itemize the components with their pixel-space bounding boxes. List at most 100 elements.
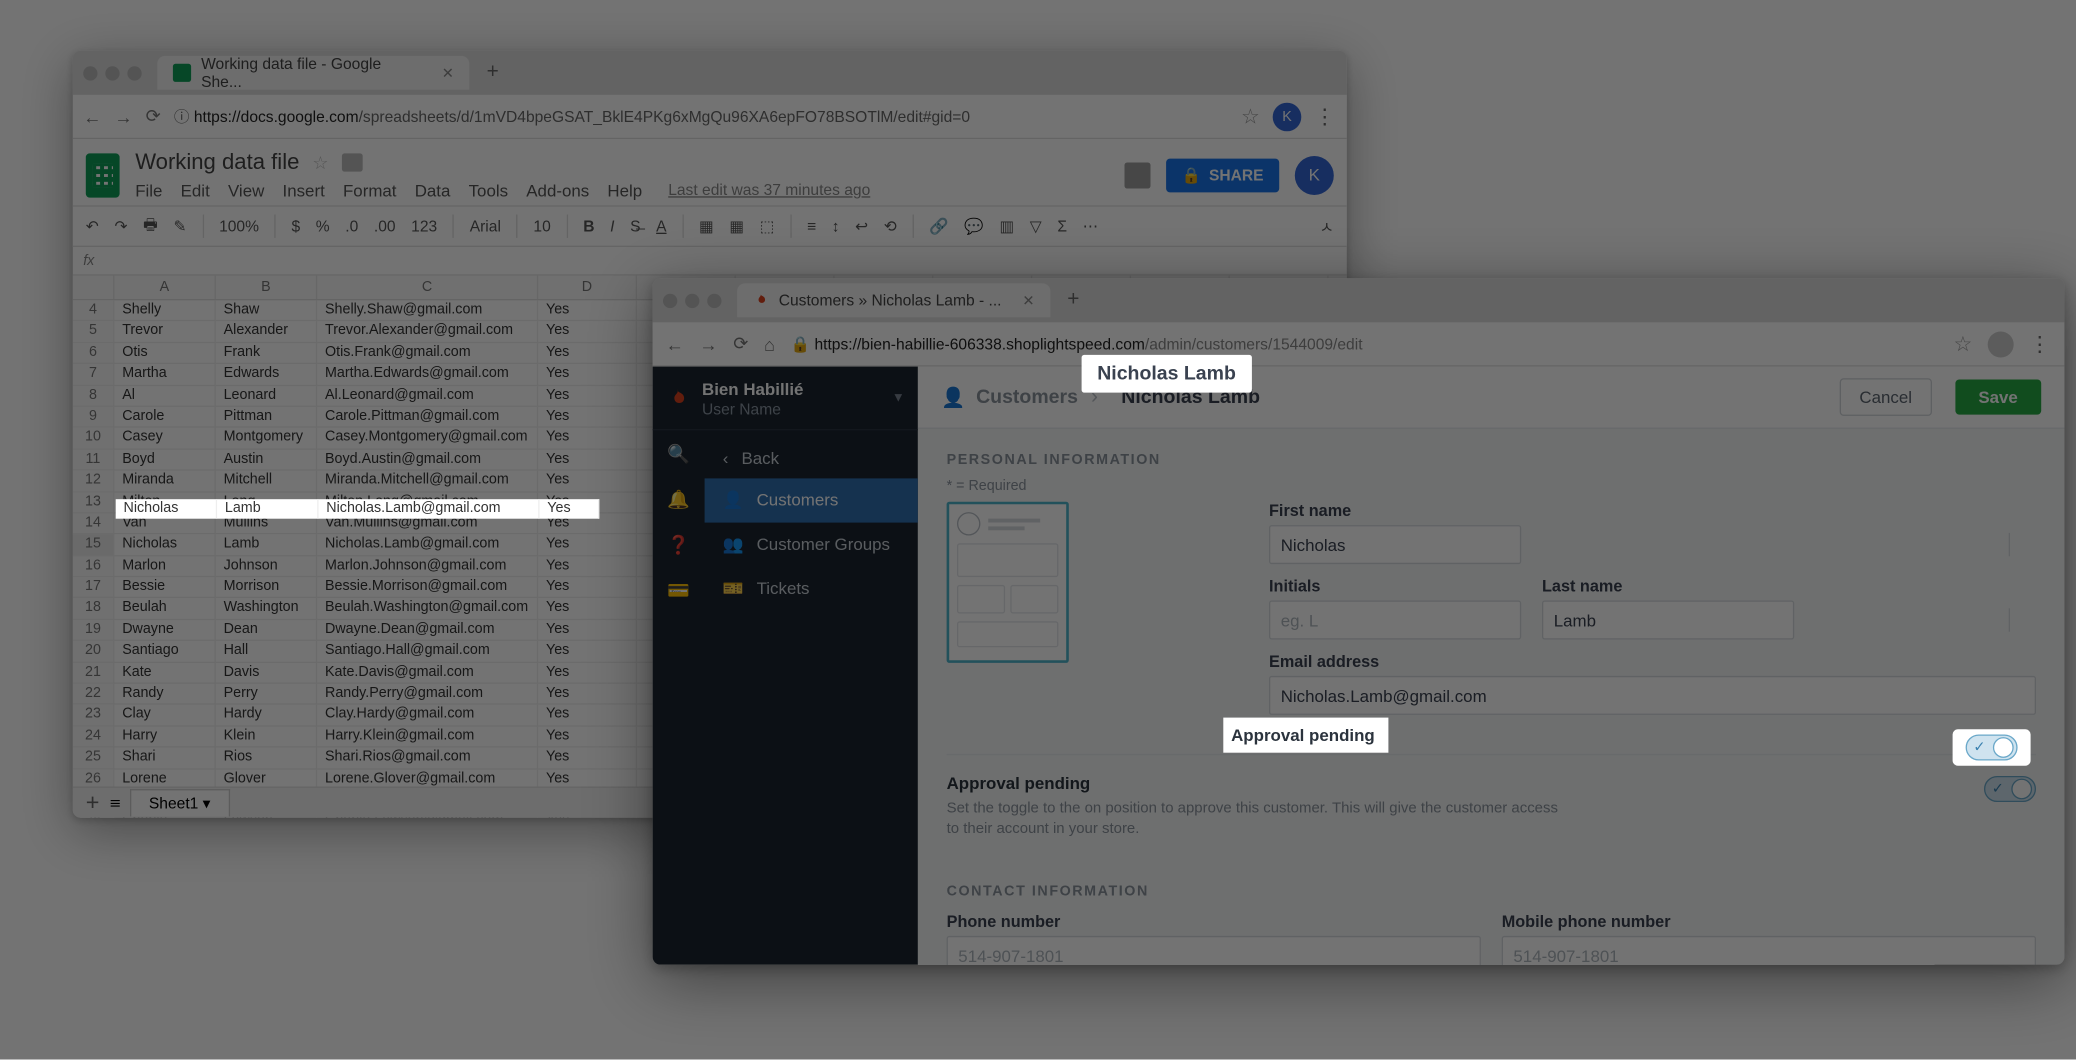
menu-tools[interactable]: Tools [469, 181, 508, 201]
print-icon[interactable]: 🖶 [143, 213, 158, 240]
undo-icon[interactable]: ↶ [86, 217, 99, 235]
add-sheet-button[interactable]: + [86, 789, 100, 816]
all-sheets-button[interactable]: ≡ [109, 794, 120, 812]
font-select[interactable]: Arial [470, 217, 501, 235]
address-bar[interactable]: 🔒 https://bien-habillie-606338.shoplight… [791, 335, 1938, 353]
account-avatar[interactable]: K [1295, 155, 1334, 194]
last-name-input[interactable] [1542, 601, 1794, 640]
strike-button[interactable]: S̶ [630, 217, 640, 235]
dec2-button[interactable]: .00 [374, 217, 396, 235]
back-icon[interactable]: ← [83, 106, 101, 127]
approval-toggle[interactable]: ✓ [1984, 776, 2036, 802]
menu-data[interactable]: Data [415, 181, 451, 201]
halign-icon[interactable]: ≡ [807, 217, 816, 235]
browser-tab[interactable]: Customers » Nicholas Lamb - ... ✕ [737, 283, 1050, 317]
merge-icon[interactable]: ⬚ [760, 217, 775, 235]
bookmark-icon[interactable]: ☆ [1953, 331, 1972, 357]
browser-menu-icon[interactable]: ⋮ [1314, 103, 1336, 129]
phone-input[interactable] [946, 936, 1480, 964]
currency-button[interactable]: $ [291, 217, 300, 235]
zoom-select[interactable]: 100% [219, 217, 259, 235]
back-icon[interactable]: ← [666, 333, 684, 354]
menu-add-ons[interactable]: Add-ons [526, 181, 589, 201]
menu-edit[interactable]: Edit [181, 181, 210, 201]
borders-icon[interactable]: ▦ [729, 217, 744, 235]
browser-tab[interactable]: Working data file - Google She... ✕ [157, 56, 469, 90]
share-button[interactable]: 🔒 SHARE [1166, 158, 1279, 192]
mobile-input[interactable] [1502, 936, 2036, 964]
store-switcher[interactable]: Bien Habillié User Name ▼ [653, 367, 918, 431]
folder-icon[interactable] [342, 153, 363, 171]
email-input[interactable] [1269, 676, 2036, 715]
fill-color-icon[interactable]: ▦ [699, 217, 714, 235]
redo-icon[interactable]: ↷ [114, 217, 127, 235]
functions-icon[interactable]: Σ [1057, 217, 1067, 235]
breadcrumb-root[interactable]: 👤 Customers [941, 385, 1078, 408]
window-controls[interactable] [83, 66, 142, 80]
bold-button[interactable]: B [583, 217, 594, 235]
text-color-button[interactable]: A [656, 217, 666, 235]
column-header[interactable] [73, 276, 115, 299]
column-header[interactable]: C [317, 276, 538, 299]
profile-icon[interactable] [1988, 331, 2014, 357]
browser-menu-icon[interactable]: ⋮ [2029, 331, 2051, 357]
sidebar-item-customers[interactable]: 👤 Customers [705, 478, 918, 522]
wrap-icon[interactable]: ↩ [855, 217, 868, 235]
size-select[interactable]: 10 [533, 217, 550, 235]
close-tab-icon[interactable]: ✕ [1022, 292, 1034, 309]
menu-view[interactable]: View [228, 181, 264, 201]
comment-icon[interactable]: 💬 [964, 217, 983, 235]
more-icon[interactable]: ⋯ [1083, 217, 1099, 235]
cancel-button[interactable]: Cancel [1840, 378, 1932, 416]
new-tab-button[interactable]: + [1060, 289, 1086, 312]
comments-icon[interactable] [1125, 162, 1151, 188]
home-icon[interactable]: ⌂ [764, 333, 775, 354]
save-button[interactable]: Save [1955, 380, 2041, 415]
help-icon[interactable]: ❓ [667, 534, 690, 556]
card-icon[interactable]: 💳 [667, 580, 690, 602]
reload-icon[interactable]: ⟳ [146, 105, 161, 127]
numfmt-button[interactable]: 123 [411, 217, 437, 235]
forward-icon[interactable]: → [699, 333, 717, 354]
forward-icon[interactable]: → [114, 106, 132, 127]
bookmark-icon[interactable]: ☆ [1241, 103, 1260, 129]
close-tab-icon[interactable]: ✕ [442, 64, 454, 81]
sidebar-item-tickets[interactable]: 🎫 Tickets [705, 567, 918, 611]
last-edit-label[interactable]: Last edit was 37 minutes ago [668, 181, 870, 201]
menu-format[interactable]: Format [343, 181, 397, 201]
chart-icon[interactable]: ▥ [999, 217, 1014, 235]
template-thumbnail[interactable] [946, 502, 1068, 663]
column-header[interactable]: D [538, 276, 637, 299]
reload-icon[interactable]: ⟳ [733, 333, 748, 355]
sidebar-back[interactable]: ‹ Back [705, 438, 918, 478]
rotate-icon[interactable]: ⟲ [884, 217, 897, 235]
bell-icon[interactable]: 🔔 [667, 489, 690, 511]
valign-icon[interactable]: ↕ [832, 217, 840, 235]
column-header[interactable]: A [114, 276, 215, 299]
link-icon[interactable]: 🔗 [929, 217, 948, 235]
people-icon: 👥 [723, 534, 744, 555]
first-name-input[interactable] [1269, 525, 1521, 564]
initials-input[interactable] [1269, 601, 1521, 640]
percent-button[interactable]: % [316, 217, 330, 235]
address-bar[interactable]: ⓘ https://docs.google.com/spreadsheets/d… [174, 105, 1228, 127]
profile-avatar[interactable]: K [1273, 102, 1302, 131]
sheet-tab[interactable]: Sheet1 ▾ [129, 789, 230, 816]
paint-format-icon[interactable]: ✎ [173, 217, 186, 235]
filter-icon[interactable]: ▽ [1030, 217, 1042, 235]
menu-help[interactable]: Help [607, 181, 642, 201]
column-header[interactable]: B [216, 276, 317, 299]
window-controls[interactable] [663, 293, 722, 307]
menu-file[interactable]: File [135, 181, 162, 201]
new-tab-button[interactable]: + [480, 61, 506, 84]
collapse-icon[interactable]: ㅅ [1319, 215, 1333, 237]
dec-button[interactable]: .0 [345, 217, 358, 235]
document-title[interactable]: Working data file [135, 150, 299, 176]
star-icon[interactable]: ☆ [312, 151, 328, 173]
formula-bar[interactable]: fx [73, 247, 1347, 276]
italic-button[interactable]: I [610, 217, 614, 235]
menu-insert[interactable]: Insert [283, 181, 325, 201]
search-icon[interactable]: 🔍 [667, 443, 690, 465]
sheets-logo-icon[interactable] [86, 153, 120, 197]
sidebar-item-customer-groups[interactable]: 👥 Customer Groups [705, 523, 918, 567]
